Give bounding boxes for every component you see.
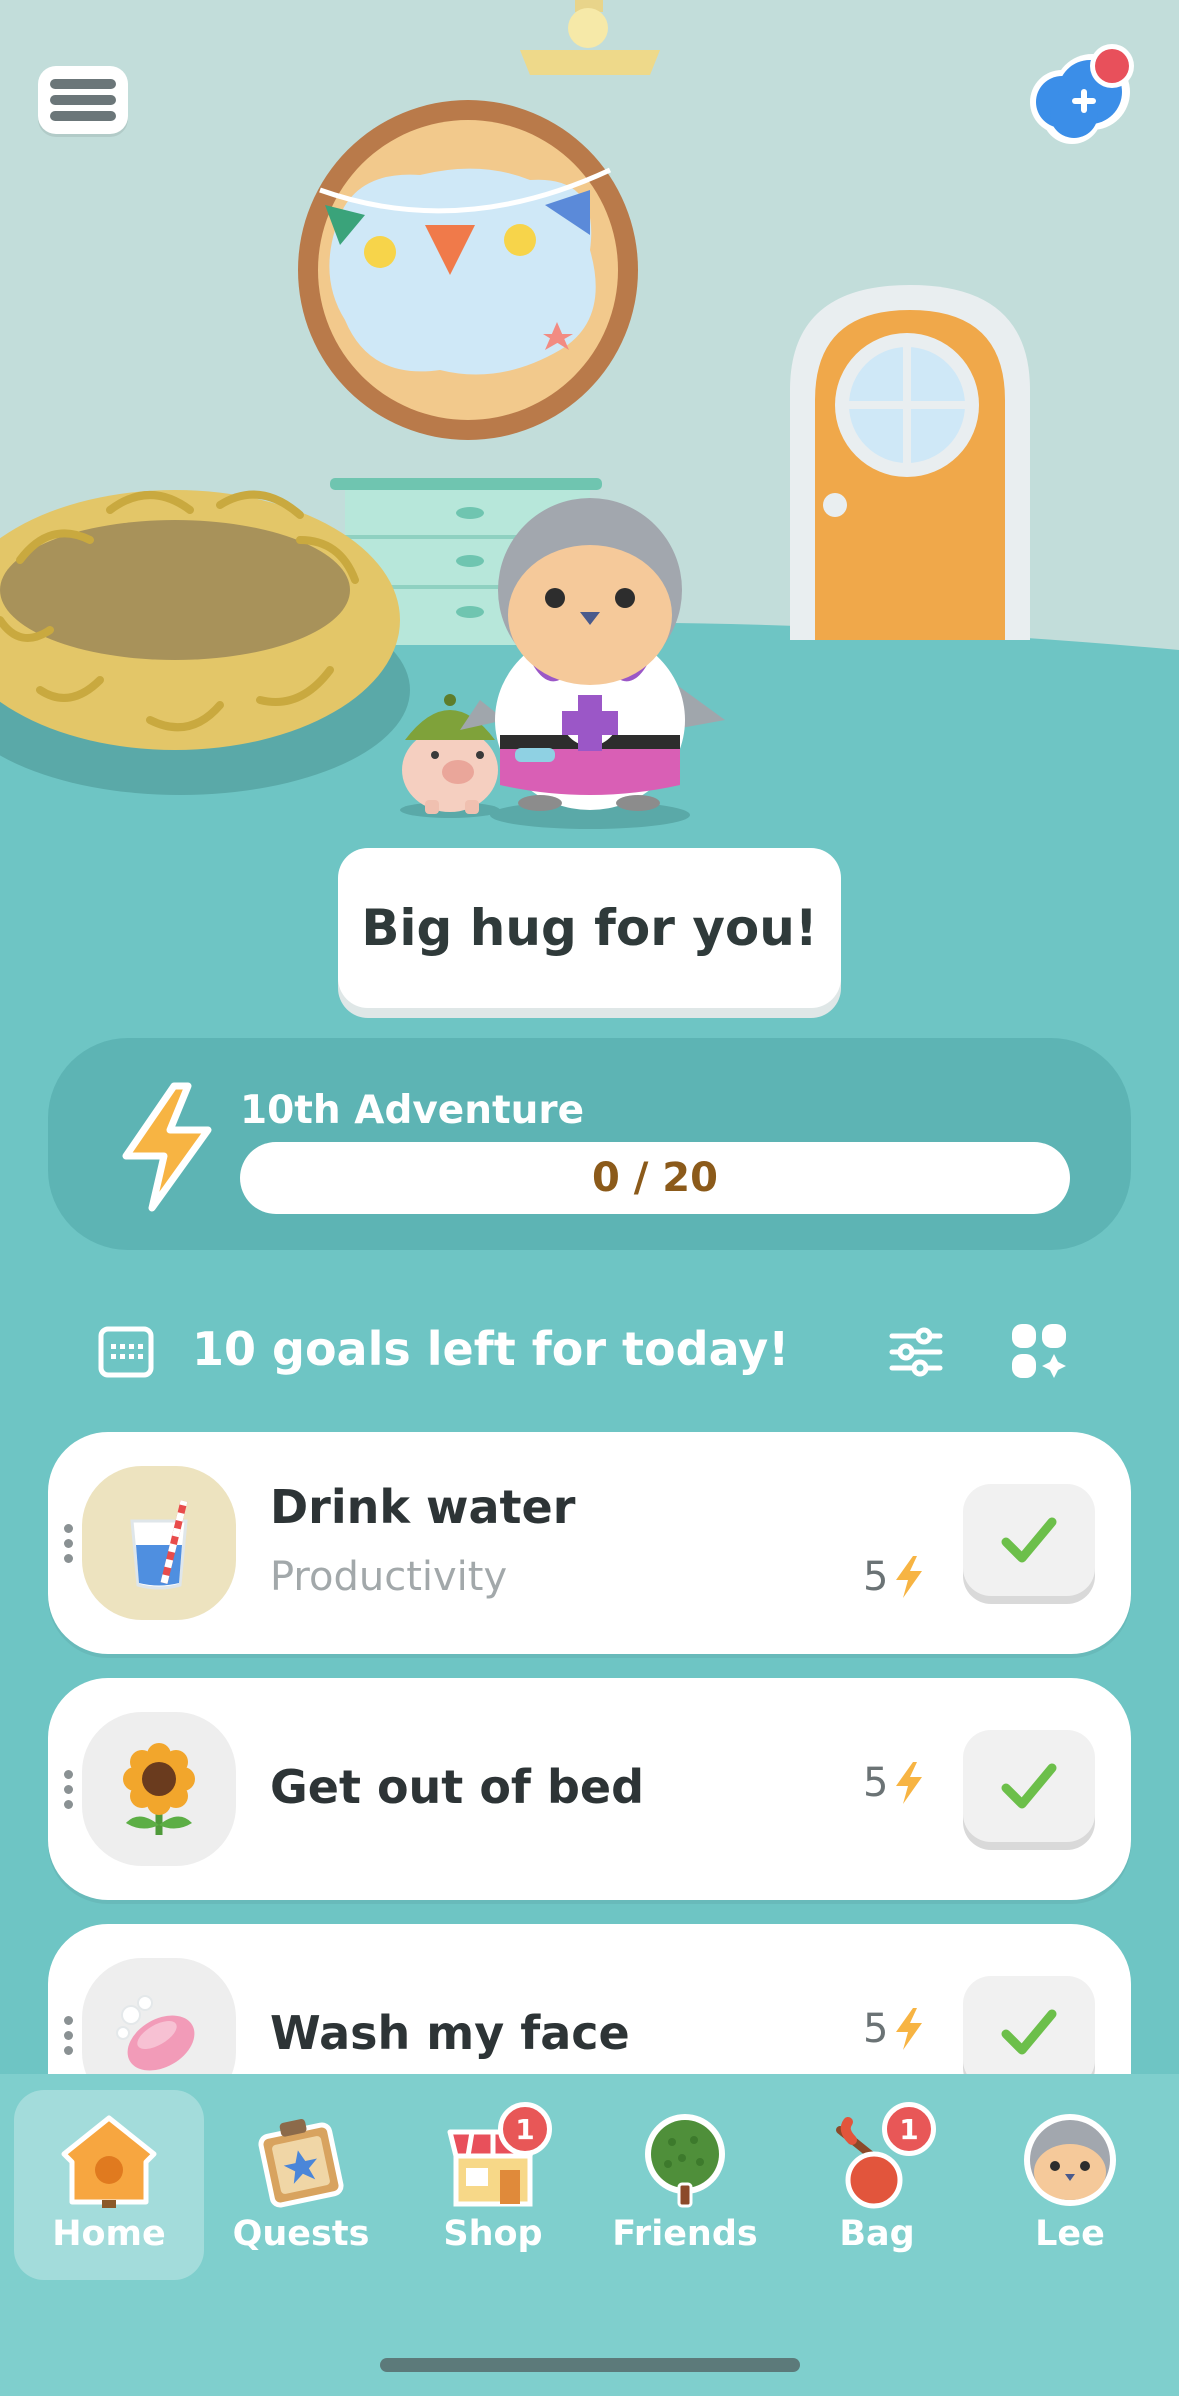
speech-bubble: Big hug for you! bbox=[338, 848, 841, 1008]
tab-label: Friends bbox=[612, 2214, 758, 2254]
energy-bolt-icon bbox=[896, 1762, 923, 1804]
goal-card-wash-my-face[interactable]: Wash my face 5 bbox=[48, 1924, 1131, 2075]
tab-label: Lee bbox=[1035, 2214, 1105, 2254]
tab-bag[interactable]: 1 Bag bbox=[782, 2090, 972, 2280]
points-value: 5 bbox=[863, 2006, 889, 2052]
tab-quests[interactable]: Quests bbox=[206, 2090, 396, 2280]
points-value: 5 bbox=[863, 1554, 889, 1600]
menu-icon-bar bbox=[50, 111, 116, 121]
tab-label: Bag bbox=[839, 2214, 915, 2254]
energy-bolt-icon bbox=[122, 1082, 212, 1212]
tab-friends[interactable]: Friends bbox=[590, 2090, 780, 2280]
avatar-icon bbox=[1015, 2110, 1125, 2210]
add-goal-grid-icon[interactable] bbox=[1010, 1322, 1070, 1382]
checkmark-icon bbox=[1001, 1517, 1057, 1563]
soap-icon bbox=[82, 1958, 236, 2075]
menu-button[interactable] bbox=[38, 66, 128, 134]
goal-list: Drink water Productivity 5 Get out of be… bbox=[0, 1420, 1179, 2075]
front-door bbox=[790, 285, 1030, 640]
sunflower-icon bbox=[82, 1712, 236, 1866]
energy-bolt-icon bbox=[896, 2008, 923, 2050]
complete-goal-button[interactable] bbox=[963, 1730, 1095, 1842]
tree-icon bbox=[630, 2110, 740, 2210]
goals-left-text: 10 goals left for today! bbox=[192, 1322, 790, 1376]
plus-cloud-icon bbox=[1030, 44, 1134, 144]
goal-name: Get out of bed bbox=[270, 1760, 644, 1814]
water-glass-icon bbox=[82, 1466, 236, 1620]
drag-handle-icon[interactable] bbox=[62, 1432, 74, 1654]
goal-name: Drink water bbox=[270, 1480, 576, 1534]
calendar-icon[interactable] bbox=[98, 1326, 154, 1378]
menu-icon-bar bbox=[50, 79, 116, 89]
app-screen: Big hug for you! 10th Adventure 0 / 20 1… bbox=[0, 0, 1179, 2396]
round-window bbox=[298, 100, 638, 440]
goal-card-drink-water[interactable]: Drink water Productivity 5 bbox=[48, 1432, 1131, 1654]
progress-label: 0 / 20 bbox=[592, 1155, 718, 1201]
drag-handle-icon[interactable] bbox=[62, 1924, 74, 2075]
adventure-progress-card[interactable]: 10th Adventure 0 / 20 bbox=[48, 1038, 1131, 1250]
adventure-progress-bar: 0 / 20 bbox=[240, 1142, 1070, 1214]
quest-map-icon bbox=[246, 2110, 356, 2210]
complete-goal-button[interactable] bbox=[963, 1976, 1095, 2075]
bottom-tab-bar: Home Quests 1 Shop Friends 1 Bag Lee bbox=[0, 2074, 1179, 2396]
drag-handle-icon[interactable] bbox=[62, 1678, 74, 1900]
energy-bolt-icon bbox=[896, 1556, 923, 1598]
goal-category: Productivity bbox=[270, 1554, 508, 1600]
add-friend-button[interactable] bbox=[1022, 42, 1140, 148]
tab-profile[interactable]: Lee bbox=[975, 2090, 1165, 2280]
tab-label: Quests bbox=[232, 2214, 370, 2254]
checkmark-icon bbox=[1001, 1763, 1057, 1809]
tab-shop[interactable]: 1 Shop bbox=[398, 2090, 588, 2280]
shop-badge: 1 bbox=[498, 2102, 552, 2156]
menu-icon-bar bbox=[50, 95, 116, 105]
goal-points: 5 bbox=[863, 1554, 926, 1600]
tab-label: Shop bbox=[443, 2214, 543, 2254]
goals-header: 10 goals left for today! bbox=[98, 1318, 1078, 1384]
home-indicator[interactable] bbox=[380, 2358, 800, 2372]
bag-badge: 1 bbox=[882, 2102, 936, 2156]
room-scene bbox=[0, 0, 1179, 840]
shop-icon: 1 bbox=[438, 2102, 552, 2210]
house-icon bbox=[54, 2110, 164, 2210]
bag-icon: 1 bbox=[822, 2102, 936, 2210]
goal-points: 5 bbox=[863, 1760, 926, 1806]
goal-name: Wash my face bbox=[270, 2006, 630, 2060]
tab-label: Home bbox=[52, 2214, 166, 2254]
filter-sliders-icon[interactable] bbox=[888, 1326, 944, 1378]
points-value: 5 bbox=[863, 1760, 889, 1806]
adventure-title: 10th Adventure bbox=[240, 1088, 585, 1133]
checkmark-icon bbox=[1001, 2009, 1057, 2055]
goal-card-get-out-of-bed[interactable]: Get out of bed 5 bbox=[48, 1678, 1131, 1900]
tab-home[interactable]: Home bbox=[14, 2090, 204, 2280]
goal-points: 5 bbox=[863, 2006, 926, 2052]
complete-goal-button[interactable] bbox=[963, 1484, 1095, 1596]
